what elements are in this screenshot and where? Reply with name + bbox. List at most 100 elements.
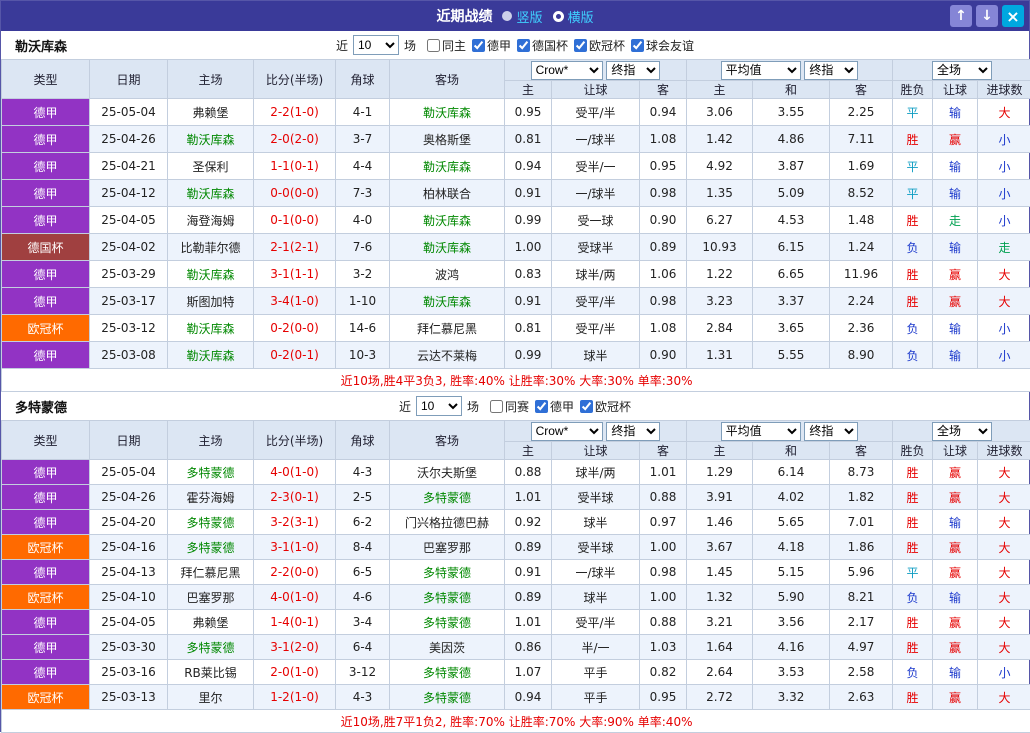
result-goals: 大 xyxy=(978,261,1030,288)
filter-checkbox[interactable]: 球会友谊 xyxy=(631,37,694,54)
close-button[interactable]: × xyxy=(1002,5,1024,27)
home-team: 勒沃库森 xyxy=(168,180,254,207)
result-outcome: 负 xyxy=(893,315,933,342)
odds-time-select[interactable]: 终指 xyxy=(606,61,660,80)
team-name: 勒沃库森 xyxy=(15,36,67,55)
euro-odds-draw: 6.65 xyxy=(753,261,830,288)
match-score: 1-1(0-1) xyxy=(254,153,336,180)
league-badge: 德国杯 xyxy=(2,234,90,261)
match-row: 德甲25-03-16RB莱比锡2-0(1-0)3-12多特蒙德1.07平手0.8… xyxy=(2,660,1030,685)
away-team: 多特蒙德 xyxy=(390,485,505,510)
corner-score: 7-6 xyxy=(336,234,390,261)
odds-time-select[interactable]: 终指 xyxy=(606,422,660,441)
filter-checkbox[interactable]: 欧冠杯 xyxy=(580,398,631,415)
scroll-up-button[interactable]: ↑ xyxy=(950,5,972,27)
match-date: 25-05-04 xyxy=(90,99,168,126)
avg-odds-select[interactable]: 平均值 xyxy=(721,61,801,80)
checkbox-input[interactable] xyxy=(427,39,440,52)
col-date: 日期 xyxy=(90,60,168,99)
match-count-select[interactable]: 10 xyxy=(353,35,399,55)
euro-odds-draw: 5.90 xyxy=(753,585,830,610)
corner-score: 6-2 xyxy=(336,510,390,535)
match-count-select[interactable]: 10 xyxy=(416,396,462,416)
league-badge: 德甲 xyxy=(2,207,90,234)
league-badge: 欧冠杯 xyxy=(2,585,90,610)
euro-odds-home: 3.21 xyxy=(687,610,753,635)
scope-select[interactable]: 全场 xyxy=(932,61,992,80)
handicap-odds-home: 0.91 xyxy=(505,288,552,315)
checkbox-input[interactable] xyxy=(631,39,644,52)
scope-header: 全场 xyxy=(893,421,1030,442)
handicap-odds-home: 0.81 xyxy=(505,126,552,153)
col-result-handicap: 让球 xyxy=(933,442,978,460)
checkbox-input[interactable] xyxy=(517,39,530,52)
col-result: 胜负 xyxy=(893,442,933,460)
filter-checkbox[interactable]: 德国杯 xyxy=(517,37,568,54)
filter-checkbox[interactable]: 德甲 xyxy=(472,37,511,54)
match-date: 25-03-29 xyxy=(90,261,168,288)
close-icon: × xyxy=(1006,7,1019,26)
handicap-odds-home: 1.00 xyxy=(505,234,552,261)
euro-odds-home: 2.84 xyxy=(687,315,753,342)
checkbox-label: 德甲 xyxy=(487,37,511,54)
handicap-line: 平手 xyxy=(552,660,640,685)
near-label: 近 xyxy=(399,398,411,415)
league-badge: 欧冠杯 xyxy=(2,685,90,710)
home-team: 多特蒙德 xyxy=(168,510,254,535)
scope-select[interactable]: 全场 xyxy=(932,422,992,441)
euro-odds-draw: 5.15 xyxy=(753,560,830,585)
corner-score: 1-10 xyxy=(336,288,390,315)
checkbox-input[interactable] xyxy=(490,400,503,413)
avg-time-select[interactable]: 终指 xyxy=(804,422,858,441)
checkbox-input[interactable] xyxy=(472,39,485,52)
checkbox-input[interactable] xyxy=(535,400,548,413)
euro-odds-away: 11.96 xyxy=(830,261,893,288)
col-type: 类型 xyxy=(2,60,90,99)
avg-time-select[interactable]: 终指 xyxy=(804,61,858,80)
radio-vertical-icon xyxy=(502,11,512,21)
filter-checkbox[interactable]: 德甲 xyxy=(535,398,574,415)
filter-checkbox[interactable]: 欧冠杯 xyxy=(574,37,625,54)
matches-body: 德甲25-05-04弗赖堡2-2(1-0)4-1勒沃库森0.95受平/半0.94… xyxy=(2,99,1030,369)
layout-radio-horizontal[interactable]: 横版 xyxy=(553,7,594,26)
handicap-odds-away: 0.95 xyxy=(640,685,687,710)
handicap-line: 球半 xyxy=(552,342,640,369)
col-score: 比分(半场) xyxy=(254,60,336,99)
handicap-odds-away: 0.95 xyxy=(640,153,687,180)
result-outcome: 胜 xyxy=(893,685,933,710)
handicap-odds-away: 0.88 xyxy=(640,485,687,510)
home-team: 弗赖堡 xyxy=(168,610,254,635)
odds-company-select[interactable]: Crow* xyxy=(531,61,603,80)
away-team: 勒沃库森 xyxy=(390,234,505,261)
col-goals: 进球数 xyxy=(978,442,1030,460)
filter-checkbox[interactable]: 同赛 xyxy=(490,398,529,415)
match-date: 25-03-17 xyxy=(90,288,168,315)
avg-odds-select[interactable]: 平均值 xyxy=(721,422,801,441)
handicap-line: 受平/半 xyxy=(552,610,640,635)
filter-checkboxes: 同赛德甲欧冠杯 xyxy=(484,398,631,415)
handicap-odds-away: 1.03 xyxy=(640,635,687,660)
result-handicap: 赢 xyxy=(933,635,978,660)
scroll-down-button[interactable]: ↓ xyxy=(976,5,998,27)
corner-score: 14-6 xyxy=(336,315,390,342)
euro-odds-home: 3.23 xyxy=(687,288,753,315)
layout-radio-vertical[interactable]: 竖版 xyxy=(502,7,542,26)
filter-checkbox[interactable]: 同主 xyxy=(427,37,466,54)
odds-company-select[interactable]: Crow* xyxy=(531,422,603,441)
col-euro-home: 主 xyxy=(687,442,753,460)
away-team: 多特蒙德 xyxy=(390,685,505,710)
match-score: 4-0(1-0) xyxy=(254,585,336,610)
match-date: 25-04-21 xyxy=(90,153,168,180)
home-team: RB莱比锡 xyxy=(168,660,254,685)
match-score: 1-4(0-1) xyxy=(254,610,336,635)
summary-text: 近10场,胜7平1负2, 胜率:70% 让胜率:70% 大率:90% 单率:40… xyxy=(2,710,1030,733)
handicap-line: 球半/两 xyxy=(552,460,640,485)
checkbox-input[interactable] xyxy=(580,400,593,413)
euro-odds-draw: 4.18 xyxy=(753,535,830,560)
handicap-odds-away: 0.98 xyxy=(640,180,687,207)
team-section: 多特蒙德 近 10 场 同赛德甲欧冠杯 类型 日期 xyxy=(1,392,1029,733)
radio-horizontal-icon xyxy=(553,11,564,22)
checkbox-input[interactable] xyxy=(574,39,587,52)
home-team: 霍芬海姆 xyxy=(168,485,254,510)
corner-score: 8-4 xyxy=(336,535,390,560)
